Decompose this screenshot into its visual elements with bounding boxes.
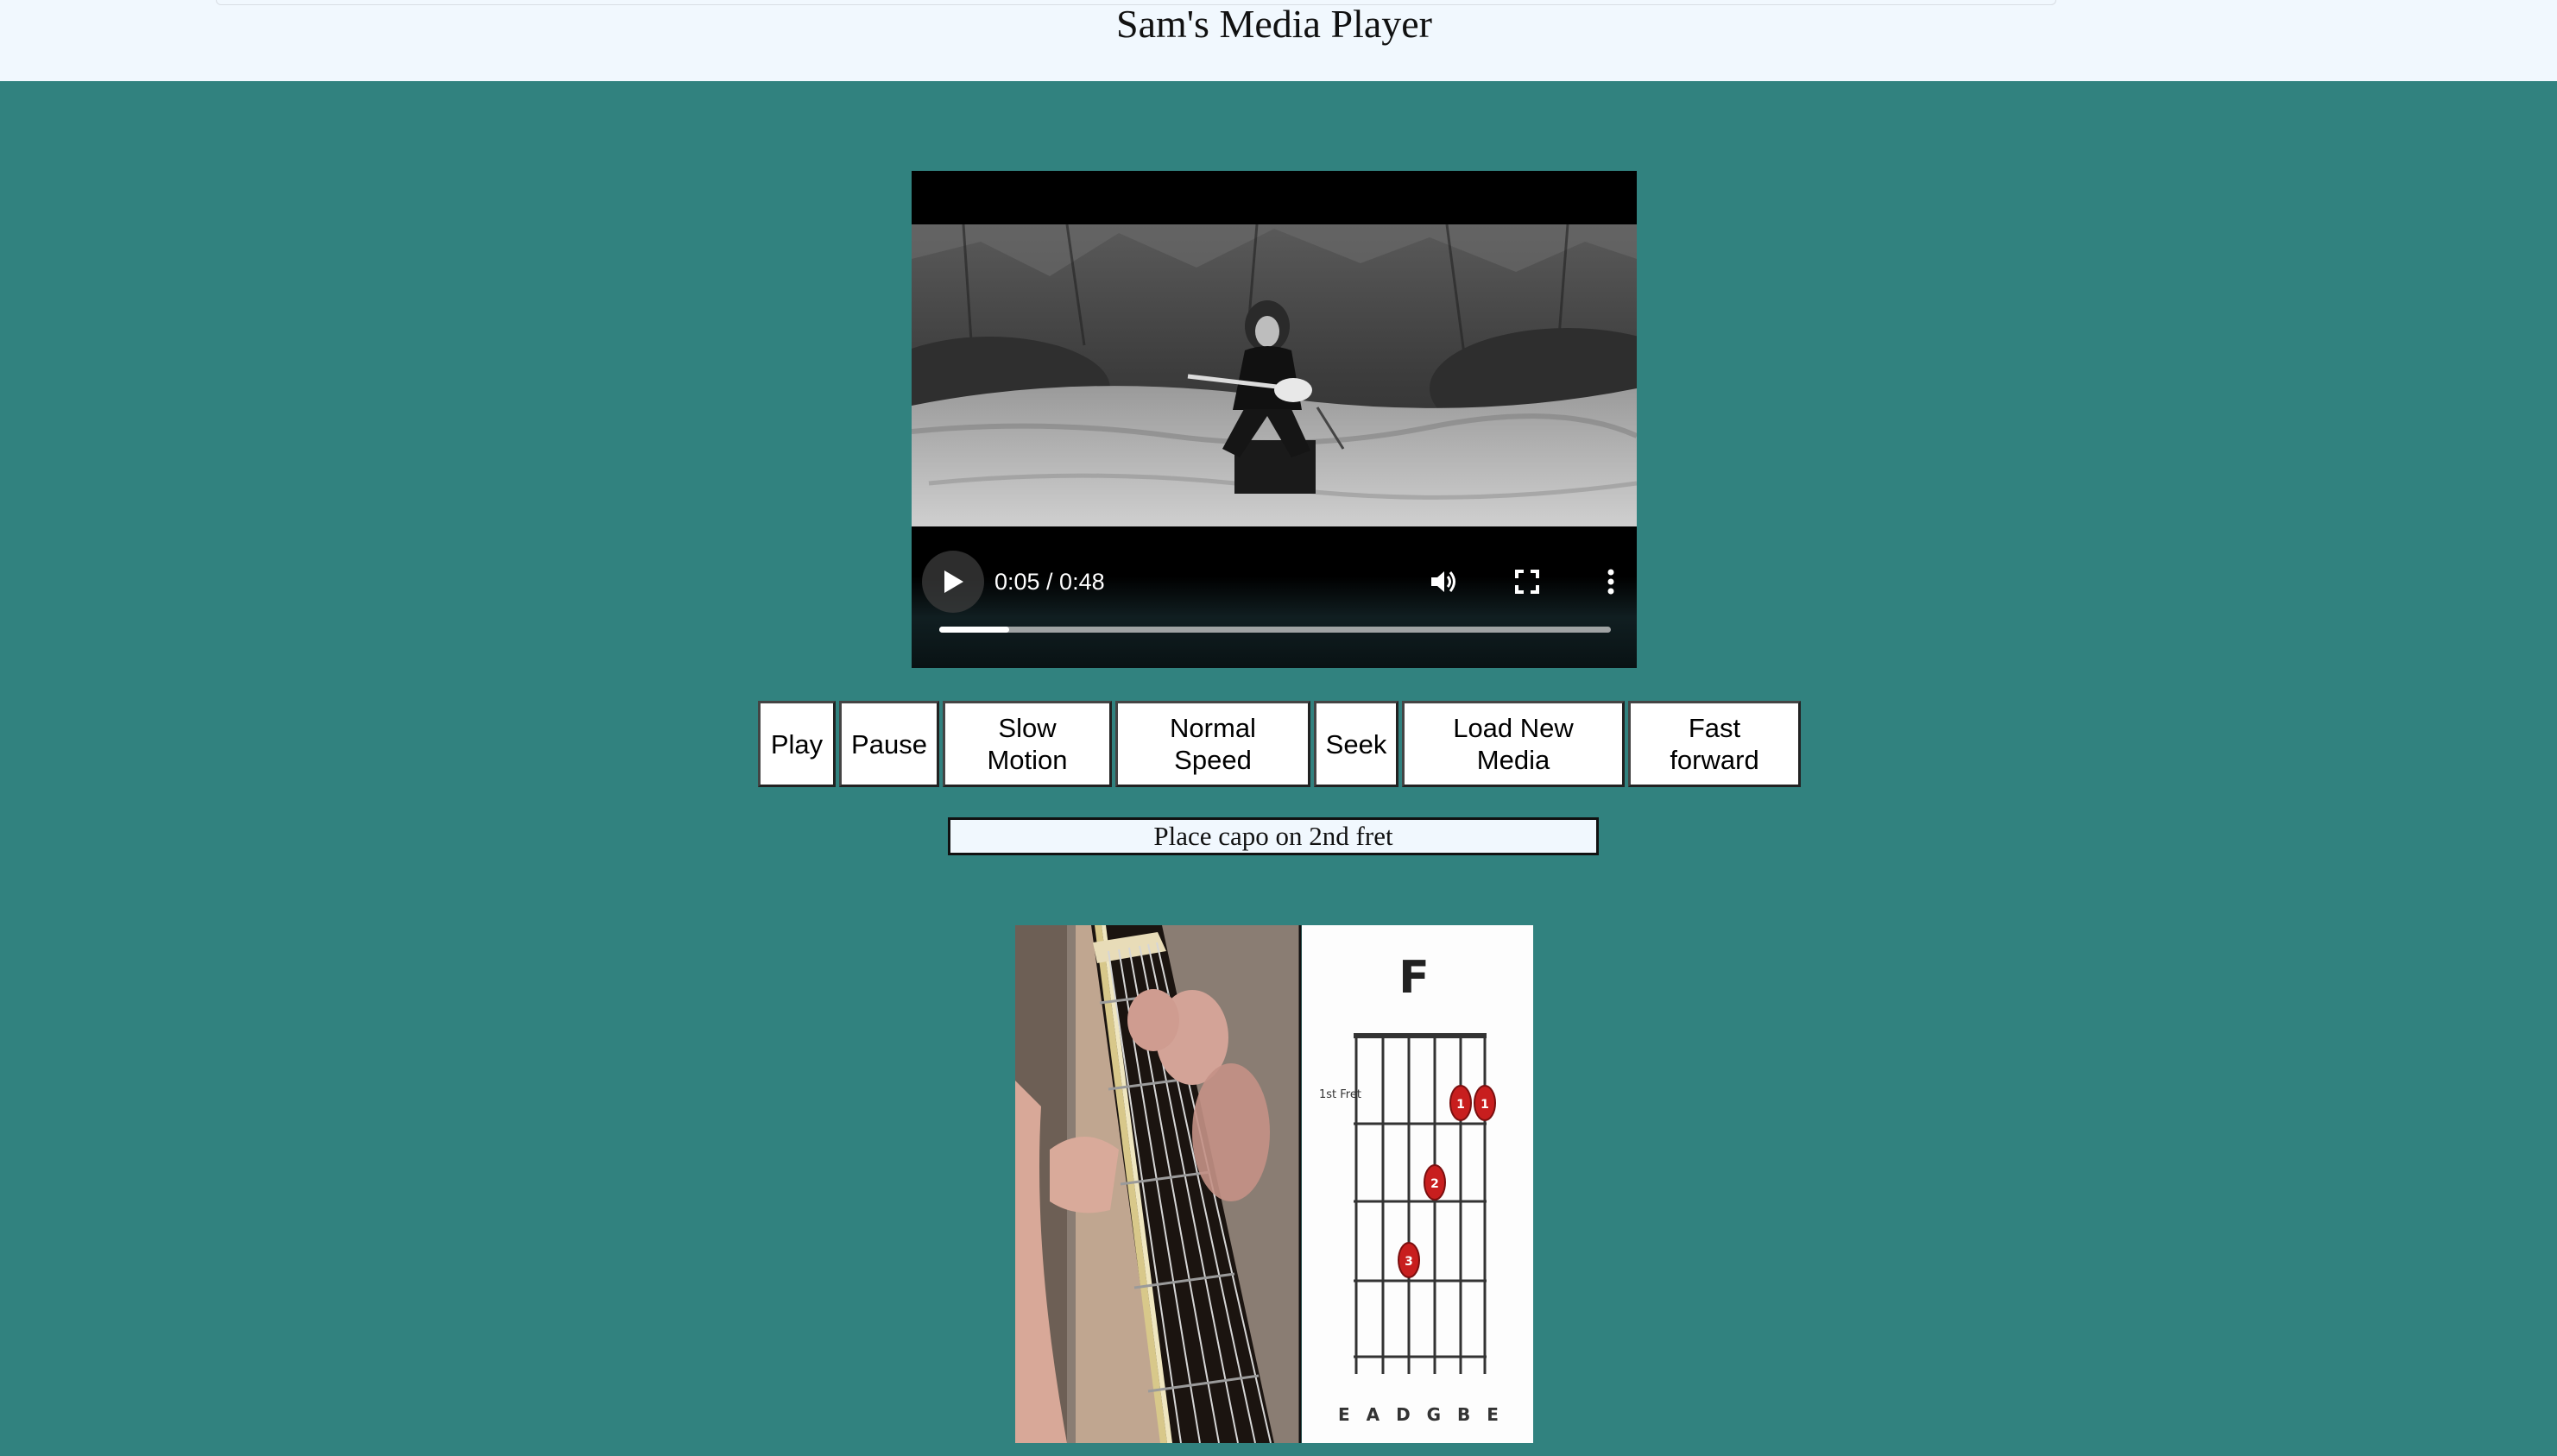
normal-speed-button[interactable]: Normal Speed bbox=[1115, 701, 1310, 787]
load-new-media-button[interactable]: Load New Media bbox=[1402, 701, 1625, 787]
page-title: Sam's Media Player bbox=[1115, 2, 1432, 46]
slow-motion-button[interactable]: Slow Motion bbox=[943, 701, 1112, 787]
seek-button[interactable]: Seek bbox=[1314, 701, 1398, 787]
control-buttons: Play Pause Slow Motion Normal Speed Seek… bbox=[758, 701, 1804, 787]
volume-button[interactable] bbox=[1426, 564, 1461, 599]
play-button[interactable]: Play bbox=[758, 701, 836, 787]
finger-number: 1 bbox=[1481, 1098, 1489, 1112]
progress-fill bbox=[939, 627, 1009, 633]
status-message: Place capo on 2nd fret bbox=[948, 817, 1599, 855]
string-names: E A D G B E bbox=[1338, 1404, 1504, 1425]
guitar-images: F 1st Fret 1 1 2 3 E A D G B E bbox=[1015, 925, 1533, 1443]
progress-bar[interactable] bbox=[939, 627, 1611, 633]
fretboard-photo bbox=[1015, 925, 1302, 1443]
finger-number: 3 bbox=[1405, 1255, 1413, 1269]
video-player[interactable]: 0:05 / 0:48 bbox=[912, 171, 1637, 668]
more-options-icon bbox=[1607, 569, 1614, 595]
play-pause-button[interactable] bbox=[922, 551, 984, 613]
fullscreen-button[interactable] bbox=[1510, 564, 1544, 599]
finger-number: 2 bbox=[1430, 1177, 1439, 1191]
chord-diagram: F 1st Fret 1 1 2 3 E A D G B E bbox=[1302, 925, 1533, 1443]
header-bar: Sam's Media Player bbox=[0, 0, 2557, 81]
pause-button[interactable]: Pause bbox=[839, 701, 939, 787]
time-display: 0:05 / 0:48 bbox=[994, 569, 1105, 595]
video-frame bbox=[912, 224, 1637, 526]
chord-name: F bbox=[1398, 952, 1430, 1004]
more-options-button[interactable] bbox=[1594, 564, 1628, 599]
fullscreen-icon bbox=[1515, 570, 1539, 594]
play-icon bbox=[944, 570, 963, 593]
finger-number: 1 bbox=[1456, 1098, 1465, 1112]
volume-icon bbox=[1431, 571, 1455, 592]
fast-forward-button[interactable]: Fast forward bbox=[1628, 701, 1801, 787]
